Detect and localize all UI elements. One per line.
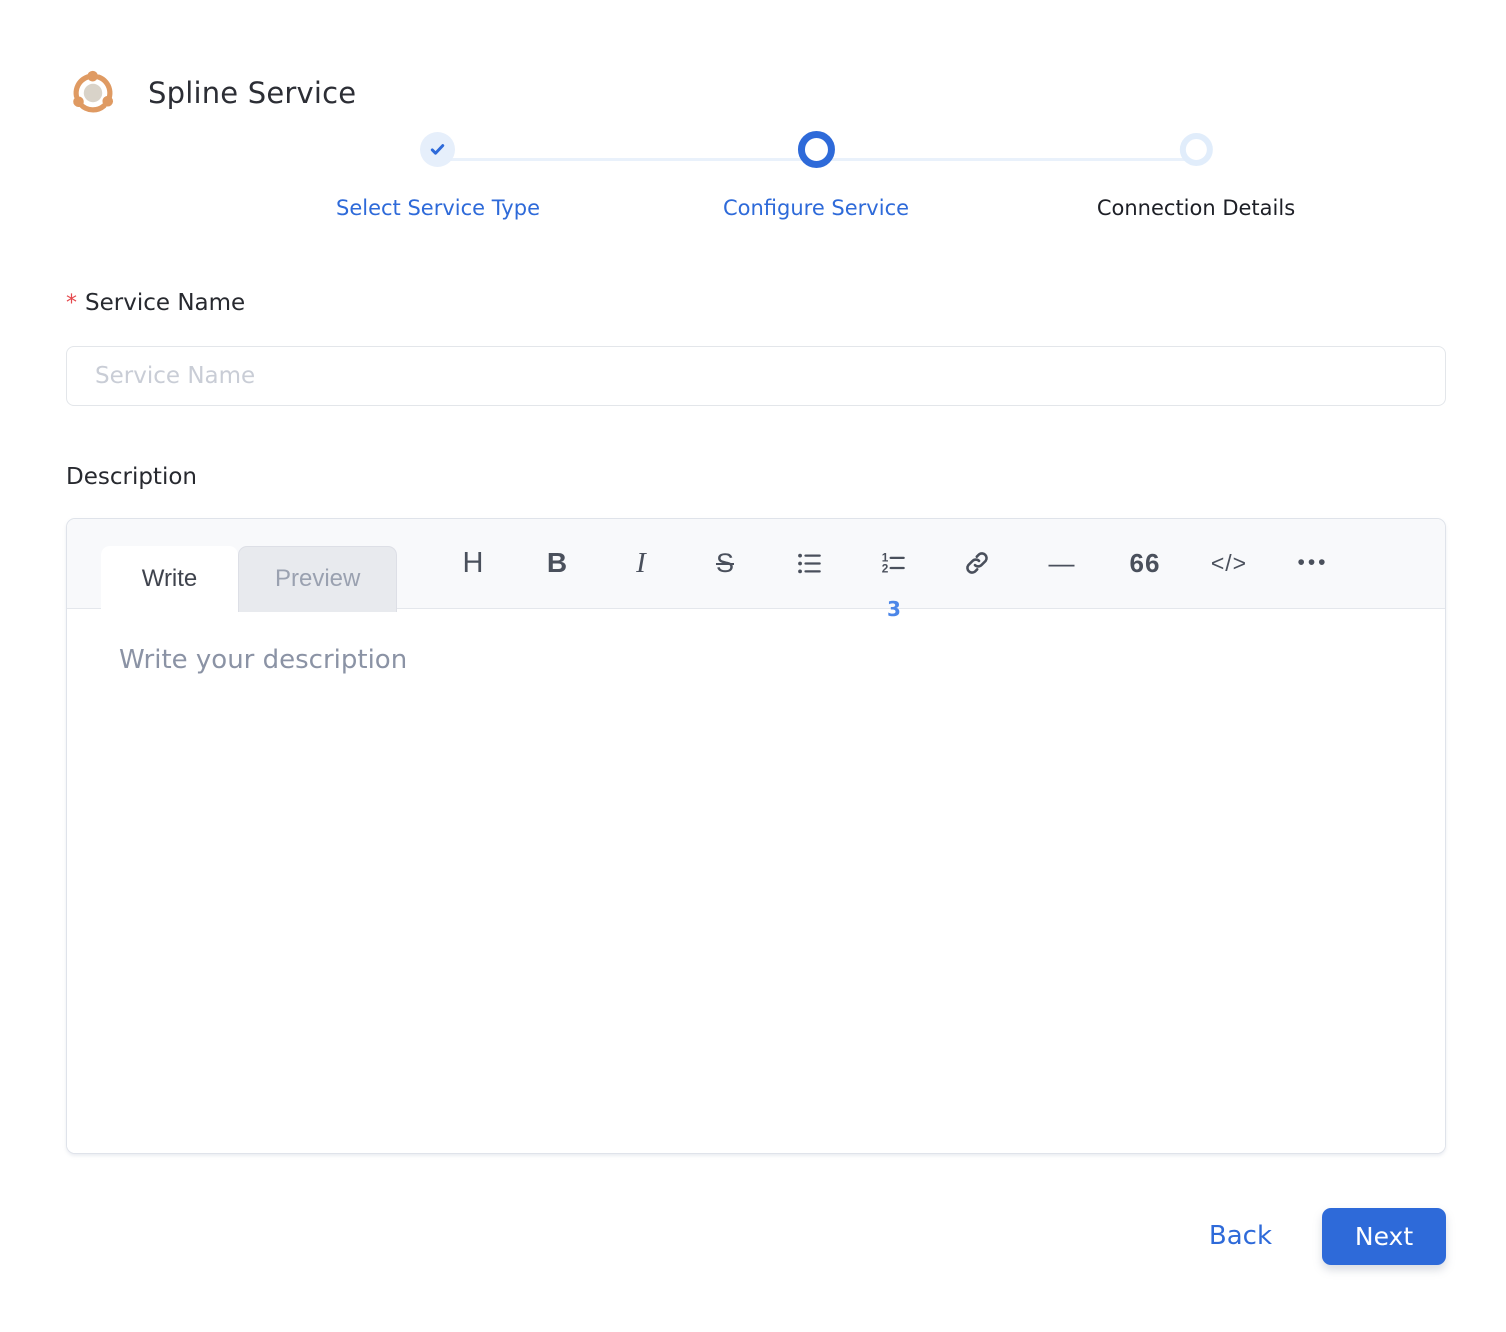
editor-toolbar: H B I S 1 2 — 66 </> ••• xyxy=(449,519,1337,608)
next-button[interactable]: Next xyxy=(1322,1207,1446,1265)
step-active-ring-icon xyxy=(797,130,835,168)
editor-tabs: Write Preview xyxy=(101,545,398,612)
editor-write-area xyxy=(67,608,1445,1153)
page-header: Spline Service xyxy=(66,0,1446,120)
description-label: Description xyxy=(66,464,1446,490)
quote-button[interactable]: 66 xyxy=(1121,539,1169,587)
step-connection-details[interactable]: Connection Details xyxy=(1097,130,1295,220)
tab-preview[interactable]: Preview xyxy=(238,545,398,612)
step-select-service-type[interactable]: Select Service Type xyxy=(336,130,540,220)
code-button[interactable]: </> xyxy=(1205,539,1253,587)
link-button[interactable] xyxy=(953,539,1001,587)
step-completed-check-icon xyxy=(420,131,456,167)
service-name-label-text: Service Name xyxy=(85,290,246,316)
wizard-stepper: Select Service Type Configure Service Co… xyxy=(66,130,1446,240)
step-upcoming-ring-icon xyxy=(1179,132,1213,166)
tab-write[interactable]: Write xyxy=(101,545,238,612)
strikethrough-button[interactable]: S xyxy=(701,539,749,587)
horizontal-rule-button[interactable]: — xyxy=(1037,539,1085,587)
step-label-connection-details: Connection Details xyxy=(1096,196,1296,220)
wizard-footer-actions: Back Next xyxy=(66,1207,1446,1265)
description-markdown-editor: Write Preview H B I S 1 2 — 66 </> ••• 3… xyxy=(66,517,1446,1154)
spline-service-logo-icon xyxy=(66,66,120,120)
required-asterisk: * xyxy=(66,291,77,316)
step-label-configure-service: Configure Service xyxy=(722,196,910,220)
unordered-list-button[interactable] xyxy=(785,539,833,587)
description-textarea[interactable] xyxy=(67,608,1445,1153)
more-options-button[interactable]: ••• xyxy=(1289,539,1337,587)
ordered-list-button[interactable]: 1 2 xyxy=(869,539,917,587)
configure-service-page: Spline Service Select Service Type Confi… xyxy=(0,0,1506,1332)
clipped-ordered-list-badge: 3 xyxy=(887,596,901,621)
editor-toolbar-header: Write Preview H B I S 1 2 — 66 </> ••• 3 xyxy=(67,518,1445,619)
step-label-select-service-type: Select Service Type xyxy=(336,196,540,220)
description-label-text: Description xyxy=(66,463,197,490)
back-button[interactable]: Back xyxy=(1209,1221,1272,1251)
service-name-label: * Service Name xyxy=(66,290,1446,319)
service-name-input[interactable] xyxy=(66,345,1446,406)
step-configure-service[interactable]: Configure Service xyxy=(723,130,909,220)
svg-text:2: 2 xyxy=(881,561,888,575)
page-title: Spline Service xyxy=(148,76,357,110)
bold-button[interactable]: B xyxy=(533,539,581,587)
heading-button[interactable]: H xyxy=(449,539,497,587)
italic-button[interactable]: I xyxy=(617,539,665,587)
